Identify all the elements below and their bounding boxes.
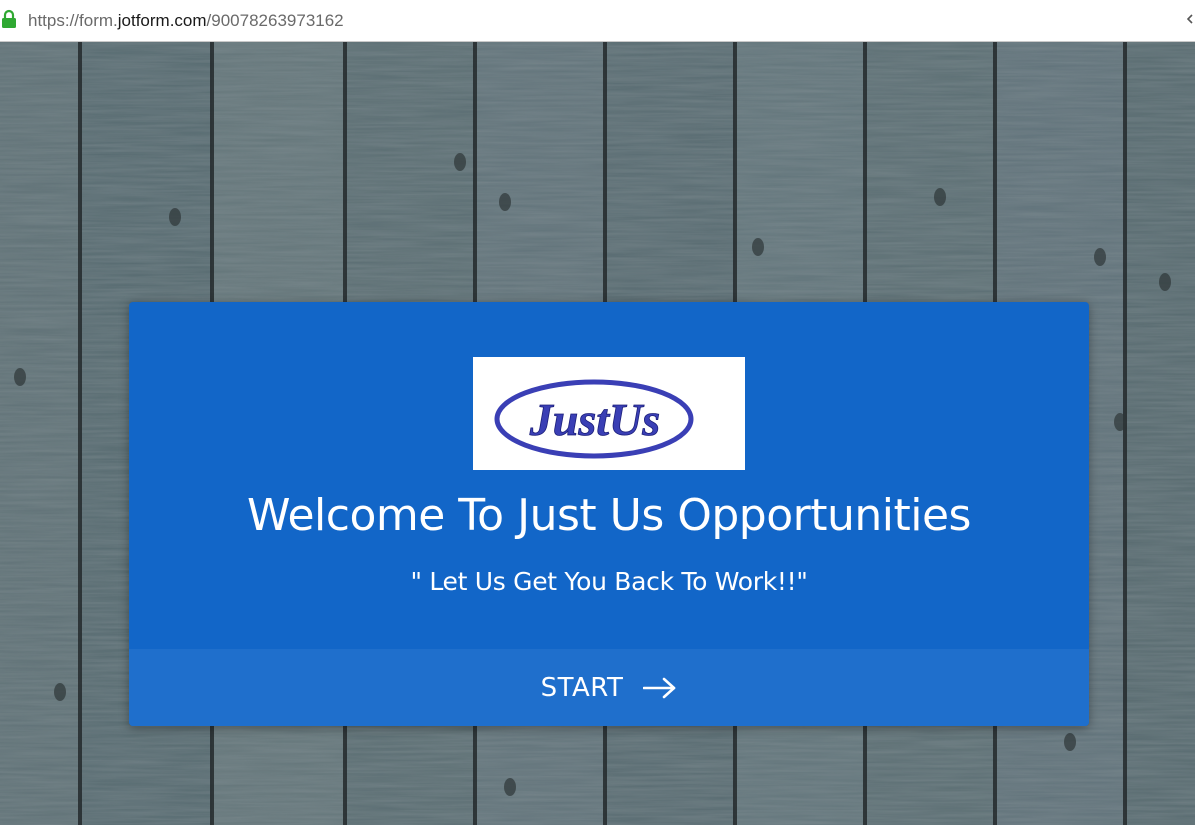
- plank-seam: [1123, 42, 1127, 825]
- chevron-left-icon[interactable]: [1187, 14, 1193, 24]
- wood-knot: [1094, 248, 1106, 266]
- url-path: /90078263973162: [206, 11, 344, 30]
- wood-knot: [934, 188, 946, 206]
- plank-seam: [78, 42, 82, 825]
- url-scheme: https://form.: [28, 11, 118, 30]
- welcome-title: Welcome To Just Us Opportunities: [247, 490, 971, 541]
- wood-knot: [1114, 413, 1126, 431]
- wood-knot: [752, 238, 764, 256]
- wood-knot: [169, 208, 181, 226]
- start-button-label: START: [540, 672, 624, 703]
- browser-address-bar: https://form.jotform.com/90078263973162: [0, 0, 1195, 42]
- wood-knot: [454, 153, 466, 171]
- welcome-card: JustUs Welcome To Just Us Opportunities …: [129, 302, 1089, 726]
- wood-knot: [504, 778, 516, 796]
- start-button[interactable]: START: [129, 649, 1089, 726]
- wood-knot: [1064, 733, 1076, 751]
- welcome-subtitle: " Let Us Get You Back To Work!!": [410, 567, 808, 596]
- url-field[interactable]: https://form.jotform.com/90078263973162: [28, 10, 344, 32]
- wood-knot: [54, 683, 66, 701]
- wood-knot: [14, 368, 26, 386]
- logo-text: JustUs: [529, 394, 660, 445]
- wood-knot: [499, 193, 511, 211]
- url-host: jotform.com: [117, 11, 207, 30]
- lock-icon: [2, 9, 16, 28]
- wood-knot: [1159, 273, 1171, 291]
- arrow-right-icon: [643, 677, 676, 698]
- company-logo: JustUs: [473, 357, 745, 470]
